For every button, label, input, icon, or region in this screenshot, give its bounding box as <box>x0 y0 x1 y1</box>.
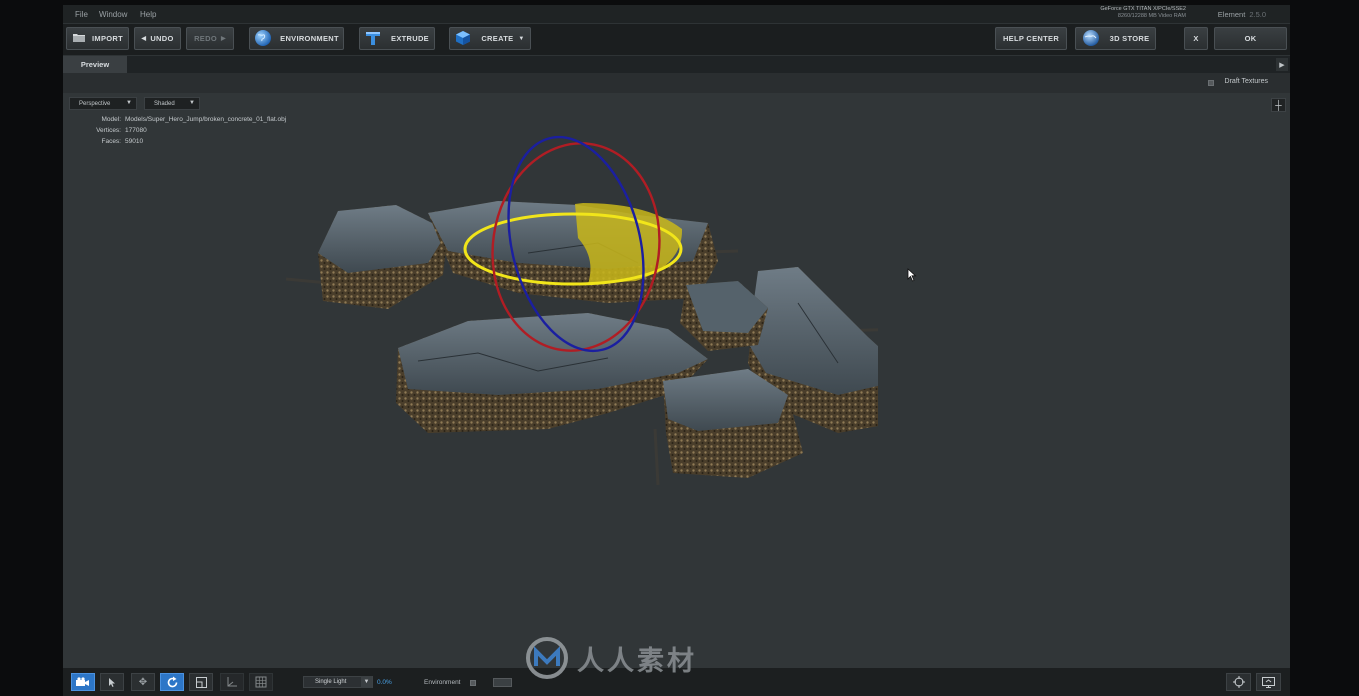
chevron-down-icon: ▼ <box>518 35 525 42</box>
model-info-row: Model: Models/Super_Hero_Jump/broken_conc… <box>101 116 287 123</box>
watermark: 人人素材 <box>525 636 697 680</box>
help-center-button[interactable]: HELP CENTER <box>995 27 1067 50</box>
import-button[interactable]: IMPORT <box>66 27 129 50</box>
faces-info-row: Faces: 59010 <box>101 138 144 145</box>
environment-checkbox[interactable] <box>470 680 476 686</box>
select-tool-icon[interactable] <box>100 673 124 691</box>
redo-button[interactable]: REDO ▶ <box>186 27 234 50</box>
shading-value: Shaded <box>154 100 175 107</box>
create-label: CREATE <box>481 34 514 43</box>
draft-textures-checkbox[interactable] <box>1208 80 1214 86</box>
panel-expand-arrow-icon[interactable]: ▶ <box>1276 58 1288 71</box>
redo-arrow-icon: ▶ <box>220 36 226 42</box>
shading-select[interactable]: Shaded ▼ <box>144 97 200 110</box>
app-version: Element 2.5.0 <box>1218 10 1266 19</box>
draft-textures-label: Draft Textures <box>1224 78 1268 85</box>
app-name: Element <box>1217 10 1246 19</box>
extrude-label: EXTRUDE <box>391 34 429 43</box>
light-mode-value: Single Light <box>315 679 347 685</box>
broken-concrete-model[interactable] <box>278 133 878 493</box>
environment-color-swatch[interactable] <box>493 678 512 687</box>
display-icon[interactable] <box>1256 673 1281 691</box>
tab-bar: Preview ▶ <box>63 56 1290 73</box>
light-intensity-value[interactable]: 0.0% <box>377 679 392 686</box>
folder-icon <box>72 32 86 45</box>
main-toolbar: IMPORT ◀ UNDO REDO ▶ ENVIRONMENT EXTRUDE C… <box>63 24 1290 55</box>
mouse-cursor-icon <box>907 268 917 282</box>
tab-preview[interactable]: Preview <box>63 56 127 73</box>
menu-window[interactable]: Window <box>99 10 127 19</box>
globe-icon <box>254 29 272 49</box>
world-grid-tool-icon[interactable] <box>249 673 273 691</box>
ok-label: OK <box>1244 34 1257 43</box>
model-info: Model: Models/Super_Hero_Jump/broken_conc… <box>75 114 286 147</box>
store-globe-icon <box>1082 29 1100 49</box>
chevron-down-icon: ▼ <box>189 100 195 106</box>
create-button[interactable]: CREATE ▼ <box>449 27 531 50</box>
camera-value: Perspective <box>79 100 111 107</box>
crosshair-icon[interactable] <box>1226 673 1251 691</box>
gpu-name: GeForce GTX TITAN X/PCIe/SSE2 <box>1100 6 1186 12</box>
chevron-down-icon[interactable]: ▼ <box>361 676 372 688</box>
3d-viewport[interactable]: Perspective ▼ Shaded ▼ Model: Models/Super_… <box>63 93 1290 668</box>
store-label: 3D STORE <box>1109 34 1150 43</box>
camera-tool-icon[interactable] <box>71 673 95 691</box>
gpu-info: GeForce GTX TITAN X/PCIe/SSE2 8260/12288… <box>1100 6 1186 20</box>
version-number: 2.5.0 <box>1249 10 1266 19</box>
environment-button[interactable]: ENVIRONMENT <box>249 27 344 50</box>
undo-arrow-icon: ◀ <box>141 36 147 42</box>
axis-tool-icon[interactable] <box>220 673 244 691</box>
watermark-text: 人人素材 <box>577 645 697 677</box>
environment-label: ENVIRONMENT <box>280 34 339 43</box>
rotate-tool-icon[interactable] <box>160 673 184 691</box>
extrude-t-icon <box>365 30 381 48</box>
watermark-logo-icon <box>526 637 568 679</box>
redo-label: REDO <box>194 34 217 43</box>
vertices-info-row: Vertices: 177080 <box>96 127 147 134</box>
maximize-viewport-icon[interactable]: ┼ <box>1271 98 1286 112</box>
gpu-memory: 8260/12288 MB Video RAM <box>1117 13 1186 19</box>
move-tool-icon[interactable]: ✥ <box>131 673 155 691</box>
scale-tool-icon[interactable] <box>189 673 213 691</box>
camera-select[interactable]: Perspective ▼ <box>69 97 137 110</box>
help-center-label: HELP CENTER <box>1002 34 1060 43</box>
menu-help[interactable]: Help <box>140 10 156 19</box>
3d-store-button[interactable]: 3D STORE <box>1075 27 1156 50</box>
environment-label: Environment <box>424 679 461 686</box>
close-label: X <box>1193 34 1199 43</box>
import-label: IMPORT <box>92 34 123 43</box>
close-button[interactable]: X <box>1184 27 1208 50</box>
chevron-down-icon: ▼ <box>126 100 132 106</box>
options-bar: Draft Textures <box>63 73 1290 93</box>
menu-bar: File Window Help GeForce GTX TITAN X/PCI… <box>63 5 1290 23</box>
undo-label: UNDO <box>150 34 174 43</box>
undo-button[interactable]: ◀ UNDO <box>134 27 181 50</box>
menu-file[interactable]: File <box>75 10 88 19</box>
element-window: File Window Help GeForce GTX TITAN X/PCI… <box>63 5 1290 696</box>
ok-button[interactable]: OK <box>1214 27 1287 50</box>
cube-icon <box>455 30 471 48</box>
extrude-button[interactable]: EXTRUDE <box>359 27 435 50</box>
